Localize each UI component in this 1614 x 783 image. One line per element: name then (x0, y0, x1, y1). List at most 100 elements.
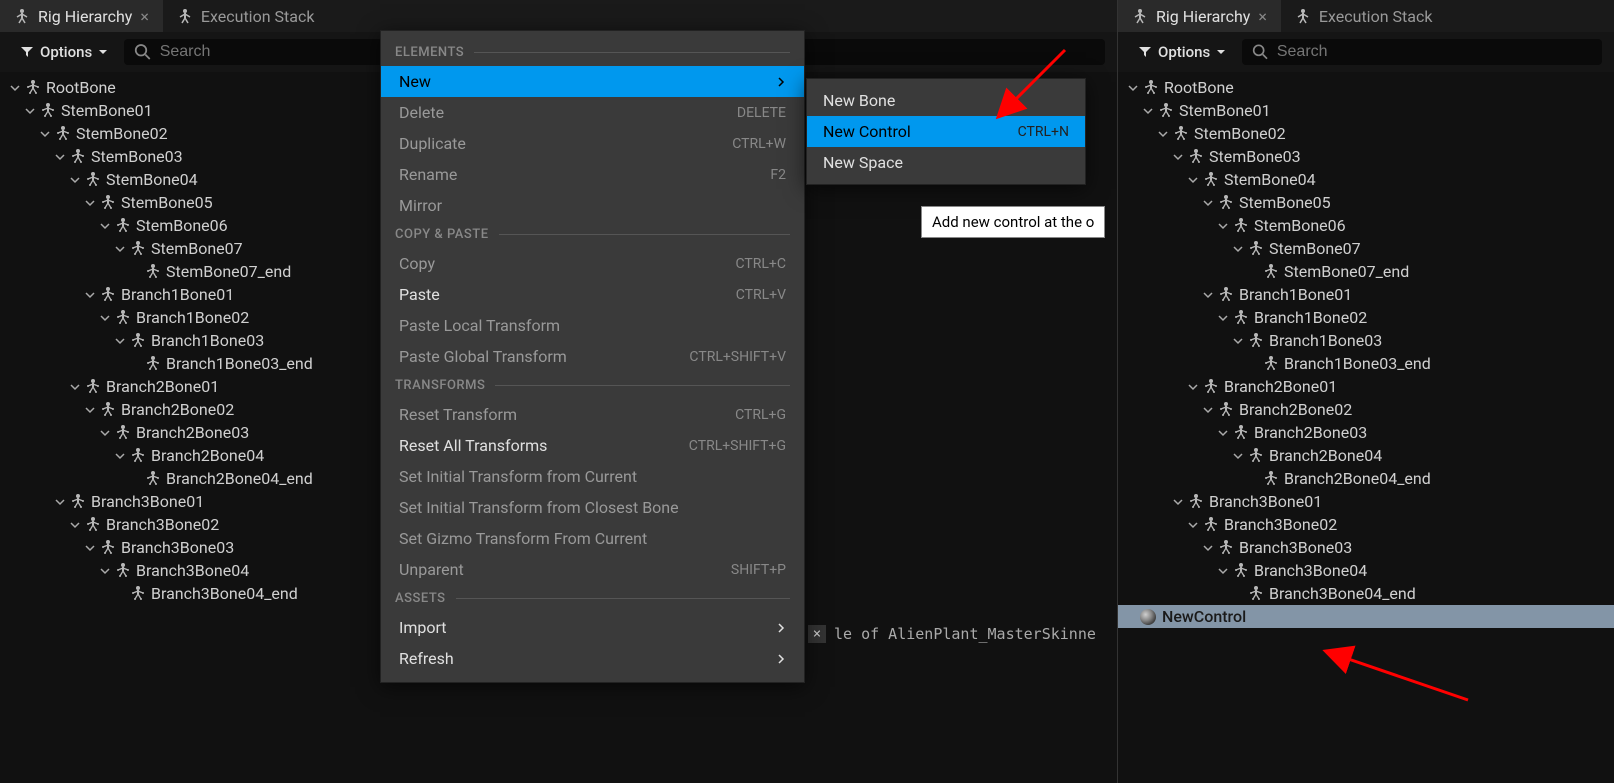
menu-item-duplicate[interactable]: DuplicateCTRL+W (381, 128, 804, 159)
menu-item-set-initial-closest[interactable]: Set Initial Transform from Closest Bone (381, 492, 804, 523)
tree-item[interactable]: StemBone01 (1126, 99, 1606, 122)
expand-arrow-icon[interactable] (8, 81, 22, 95)
tree-item[interactable]: StemBone02 (1126, 122, 1606, 145)
tab-execution-stack[interactable]: Execution Stack (1281, 0, 1447, 32)
expand-arrow-icon[interactable] (1186, 380, 1200, 394)
expand-arrow-icon[interactable] (98, 311, 112, 325)
tree-item-label: StemBone03 (1209, 147, 1301, 166)
options-button[interactable]: Options (12, 39, 116, 65)
tree-item[interactable]: Branch2Bone04 (1126, 444, 1606, 467)
expand-arrow-icon[interactable] (1216, 311, 1230, 325)
expand-arrow-icon[interactable] (1171, 150, 1185, 164)
expand-arrow-icon[interactable] (1186, 518, 1200, 532)
expand-arrow-icon[interactable] (83, 541, 97, 555)
expand-arrow-icon[interactable] (53, 495, 67, 509)
menu-item-copy[interactable]: CopyCTRL+C (381, 248, 804, 279)
bone-icon (1202, 516, 1220, 534)
submenu-item-new-bone[interactable]: New Bone (807, 85, 1085, 116)
tree-item[interactable]: Branch3Bone01 (1126, 490, 1606, 513)
menu-item-new[interactable]: New (381, 66, 804, 97)
expand-arrow-icon[interactable] (1171, 495, 1185, 509)
tree-item[interactable]: Branch2Bone04_end (1126, 467, 1606, 490)
tree-item[interactable]: Branch2Bone02 (1126, 398, 1606, 421)
tab-rig-hierarchy[interactable]: Rig Hierarchy × (0, 0, 163, 32)
expand-arrow-icon[interactable] (1216, 219, 1230, 233)
menu-item-paste[interactable]: PasteCTRL+V (381, 279, 804, 310)
expand-arrow-icon[interactable] (98, 219, 112, 233)
expand-arrow-icon[interactable] (98, 564, 112, 578)
expand-arrow-icon[interactable] (1141, 104, 1155, 118)
expand-arrow-icon[interactable] (1126, 81, 1140, 95)
tab-execution-stack[interactable]: Execution Stack (163, 0, 329, 32)
tree-item[interactable]: Branch2Bone01 (1126, 375, 1606, 398)
expand-arrow-icon[interactable] (68, 173, 82, 187)
menu-item-paste-global[interactable]: Paste Global TransformCTRL+SHIFT+V (381, 341, 804, 372)
tree-item[interactable]: Branch1Bone01 (1126, 283, 1606, 306)
close-icon[interactable]: × (808, 625, 826, 643)
tree-item[interactable]: Branch1Bone03_end (1126, 352, 1606, 375)
tab-rig-hierarchy[interactable]: Rig Hierarchy × (1118, 0, 1281, 32)
menu-item-set-initial-current[interactable]: Set Initial Transform from Current (381, 461, 804, 492)
expand-arrow-icon[interactable] (1216, 564, 1230, 578)
menu-item-reset-all[interactable]: Reset All TransformsCTRL+SHIFT+G (381, 430, 804, 461)
tree-item[interactable]: Branch3Bone04_end (1126, 582, 1606, 605)
bone-icon (99, 539, 117, 557)
search-icon (134, 43, 152, 61)
tree-item[interactable]: StemBone03 (1126, 145, 1606, 168)
expand-arrow-icon[interactable] (113, 449, 127, 463)
expand-arrow-icon[interactable] (98, 426, 112, 440)
tree-item-label: StemBone04 (1224, 170, 1316, 189)
submenu-item-new-space[interactable]: New Space (807, 147, 1085, 178)
tree-item[interactable]: StemBone05 (1126, 191, 1606, 214)
search-input[interactable] (1277, 43, 1592, 61)
options-button[interactable]: Options (1130, 39, 1234, 65)
expand-arrow-icon[interactable] (83, 196, 97, 210)
menu-item-reset-transform[interactable]: Reset TransformCTRL+G (381, 399, 804, 430)
tree-item[interactable]: StemBone07 (1126, 237, 1606, 260)
expand-arrow-icon[interactable] (23, 104, 37, 118)
tree-item[interactable]: StemBone06 (1126, 214, 1606, 237)
tree-item[interactable]: Branch3Bone03 (1126, 536, 1606, 559)
menu-item-import[interactable]: Import (381, 612, 804, 643)
expand-arrow-icon[interactable] (1201, 288, 1215, 302)
close-icon[interactable]: × (1258, 7, 1267, 26)
expand-arrow-icon[interactable] (1201, 196, 1215, 210)
expand-arrow-icon[interactable] (1156, 127, 1170, 141)
menu-item-delete[interactable]: DeleteDELETE (381, 97, 804, 128)
close-icon[interactable]: × (140, 7, 149, 26)
expand-arrow-icon[interactable] (68, 518, 82, 532)
tree-item[interactable]: Branch2Bone03 (1126, 421, 1606, 444)
tree-item-new-control[interactable]: NewControl (1118, 605, 1614, 628)
menu-item-unparent[interactable]: UnparentSHIFT+P (381, 554, 804, 585)
expand-arrow-icon[interactable] (83, 288, 97, 302)
expand-arrow-icon[interactable] (1201, 403, 1215, 417)
tree-item[interactable]: StemBone04 (1126, 168, 1606, 191)
expand-arrow-icon[interactable] (1231, 449, 1245, 463)
expand-arrow-icon[interactable] (113, 334, 127, 348)
expand-arrow-icon[interactable] (113, 242, 127, 256)
tree-item[interactable]: Branch1Bone02 (1126, 306, 1606, 329)
tree-item[interactable]: Branch1Bone03 (1126, 329, 1606, 352)
menu-item-set-gizmo[interactable]: Set Gizmo Transform From Current (381, 523, 804, 554)
menu-item-rename[interactable]: RenameF2 (381, 159, 804, 190)
expand-arrow-icon[interactable] (68, 380, 82, 394)
tree-item[interactable]: Branch3Bone04 (1126, 559, 1606, 582)
tree-item[interactable]: Branch3Bone02 (1126, 513, 1606, 536)
expand-arrow-icon[interactable] (83, 403, 97, 417)
menu-item-paste-local[interactable]: Paste Local Transform (381, 310, 804, 341)
submenu-item-new-control[interactable]: New ControlCTRL+N (807, 116, 1085, 147)
expand-arrow-icon[interactable] (1231, 334, 1245, 348)
expand-arrow-icon[interactable] (38, 127, 52, 141)
expand-arrow-icon[interactable] (1186, 173, 1200, 187)
expand-arrow-icon[interactable] (1231, 242, 1245, 256)
menu-item-refresh[interactable]: Refresh (381, 643, 804, 674)
tree-item[interactable]: RootBone (1126, 76, 1606, 99)
expand-arrow-icon[interactable] (1216, 426, 1230, 440)
tree-item-label: Branch2Bone01 (106, 377, 219, 396)
expand-arrow-icon[interactable] (53, 150, 67, 164)
search-box[interactable] (1242, 39, 1602, 65)
tab-label: Execution Stack (201, 7, 315, 26)
expand-arrow-icon[interactable] (1201, 541, 1215, 555)
tree-item[interactable]: StemBone07_end (1126, 260, 1606, 283)
menu-item-mirror[interactable]: Mirror (381, 190, 804, 221)
